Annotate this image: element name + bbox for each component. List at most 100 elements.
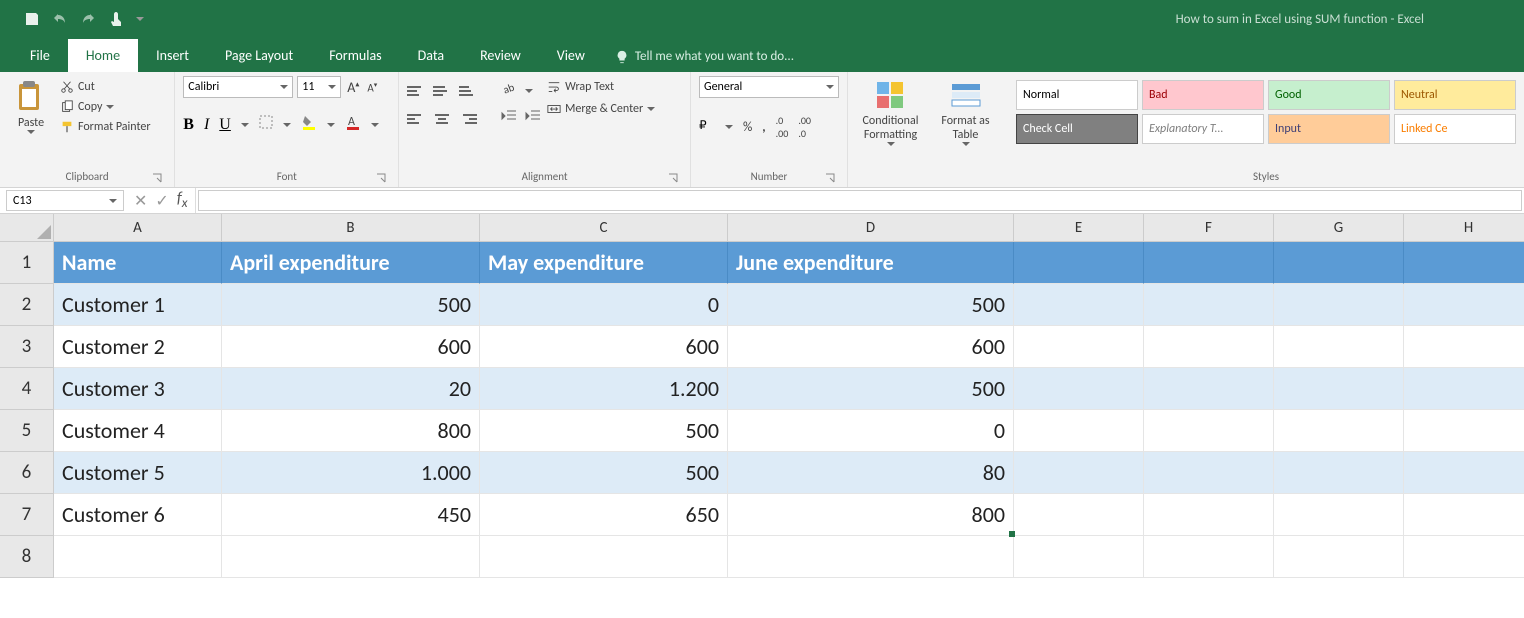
save-icon[interactable] (24, 11, 40, 27)
cell[interactable]: 500 (222, 284, 480, 326)
row-header[interactable]: 2 (0, 284, 54, 326)
cell[interactable] (1014, 242, 1144, 284)
cell[interactable] (1404, 242, 1524, 284)
cell[interactable] (1144, 452, 1274, 494)
cell[interactable] (1014, 284, 1144, 326)
decrease-font-icon[interactable]: A▾ (365, 80, 379, 95)
cell[interactable] (1144, 536, 1274, 578)
cell[interactable]: Customer 5 (54, 452, 222, 494)
paste-button[interactable]: Paste (8, 76, 54, 134)
dialog-launcher-icon[interactable] (825, 173, 835, 183)
cell[interactable]: April expenditure (222, 242, 480, 284)
cell[interactable]: 600 (728, 326, 1014, 368)
cell[interactable]: 1.000 (222, 452, 480, 494)
tell-me-search[interactable]: Tell me what you want to do... (603, 41, 806, 72)
format-painter-button[interactable]: Format Painter (60, 120, 151, 134)
cell[interactable]: 0 (480, 284, 728, 326)
column-header[interactable]: A (54, 214, 222, 242)
cell[interactable]: 0 (728, 410, 1014, 452)
borders-button[interactable] (259, 115, 273, 134)
tab-formulas[interactable]: Formulas (311, 39, 399, 72)
row-header[interactable]: 3 (0, 326, 54, 368)
style-input[interactable]: Input (1268, 114, 1390, 144)
comma-format-button[interactable]: , (762, 120, 765, 135)
cell[interactable]: 500 (480, 452, 728, 494)
number-format-combo[interactable]: General (699, 76, 839, 98)
cell[interactable]: June expenditure (728, 242, 1014, 284)
enter-formula-icon[interactable]: ✓ (155, 191, 168, 211)
qat-dropdown-icon[interactable] (136, 17, 144, 21)
cell[interactable] (1274, 326, 1404, 368)
style-normal[interactable]: Normal (1016, 80, 1138, 110)
cell[interactable] (1274, 242, 1404, 284)
orientation-button[interactable]: ab (501, 80, 517, 101)
style-linked-cell[interactable]: Linked Ce (1394, 114, 1516, 144)
align-top-icon[interactable] (407, 83, 425, 99)
column-header[interactable]: H (1404, 214, 1524, 242)
cell[interactable] (1014, 410, 1144, 452)
cell[interactable]: 800 (728, 494, 1014, 536)
style-neutral[interactable]: Neutral (1394, 80, 1516, 110)
tab-review[interactable]: Review (462, 39, 539, 72)
cell[interactable] (1274, 410, 1404, 452)
cell-styles-gallery[interactable]: Normal Bad Good Neutral Check Cell Expla… (1016, 76, 1516, 144)
cut-button[interactable]: Cut (60, 80, 151, 94)
cell[interactable] (1404, 368, 1524, 410)
undo-icon[interactable] (52, 11, 68, 27)
column-header[interactable]: C (480, 214, 728, 242)
cell[interactable] (480, 536, 728, 578)
name-box[interactable]: C13 (6, 190, 124, 211)
wrap-text-button[interactable]: Wrap Text (547, 80, 655, 94)
row-header[interactable]: 6 (0, 452, 54, 494)
tab-home[interactable]: Home (68, 39, 138, 72)
touch-mode-icon[interactable] (108, 11, 124, 27)
style-explanatory[interactable]: Explanatory T... (1142, 114, 1264, 144)
increase-font-icon[interactable]: A▴ (345, 79, 361, 96)
column-header[interactable]: B (222, 214, 480, 242)
cell[interactable] (54, 536, 222, 578)
cell[interactable] (1274, 368, 1404, 410)
cell[interactable]: Name (54, 242, 222, 284)
cell[interactable] (1404, 494, 1524, 536)
align-right-icon[interactable] (459, 111, 477, 127)
decrease-indent-icon[interactable] (501, 109, 517, 128)
row-header[interactable]: 5 (0, 410, 54, 452)
tab-page-layout[interactable]: Page Layout (207, 39, 311, 72)
cell[interactable] (1404, 326, 1524, 368)
row-header[interactable]: 4 (0, 368, 54, 410)
cell[interactable] (1014, 494, 1144, 536)
align-center-icon[interactable] (433, 111, 451, 127)
column-header[interactable]: D (728, 214, 1014, 242)
cell[interactable] (222, 536, 480, 578)
cell[interactable]: Customer 1 (54, 284, 222, 326)
row-header[interactable]: 1 (0, 242, 54, 284)
cell[interactable] (1404, 536, 1524, 578)
cell[interactable]: 650 (480, 494, 728, 536)
cell[interactable] (1144, 410, 1274, 452)
cell[interactable]: 800 (222, 410, 480, 452)
cell[interactable] (1144, 284, 1274, 326)
align-middle-icon[interactable] (433, 83, 451, 99)
bold-button[interactable]: B (183, 116, 194, 134)
conditional-formatting-button[interactable]: Conditional Formatting (856, 76, 925, 146)
underline-button[interactable]: U (219, 116, 231, 134)
row-header[interactable]: 8 (0, 536, 54, 578)
percent-format-button[interactable]: % (743, 120, 752, 135)
cell[interactable] (1404, 452, 1524, 494)
tab-view[interactable]: View (539, 39, 603, 72)
cell[interactable]: 1.200 (480, 368, 728, 410)
cell[interactable] (1404, 410, 1524, 452)
cell[interactable] (1014, 368, 1144, 410)
dialog-launcher-icon[interactable] (152, 173, 162, 183)
cell[interactable] (1144, 494, 1274, 536)
align-bottom-icon[interactable] (459, 83, 477, 99)
increase-decimal-button[interactable]: .0.00 (776, 114, 789, 140)
cell[interactable] (1014, 452, 1144, 494)
formula-input[interactable] (198, 190, 1522, 211)
merge-center-button[interactable]: Merge & Center (547, 102, 655, 116)
cell[interactable]: Customer 6 (54, 494, 222, 536)
cell[interactable] (1144, 368, 1274, 410)
cell[interactable] (1274, 536, 1404, 578)
cell[interactable]: 500 (728, 368, 1014, 410)
copy-button[interactable]: Copy (60, 100, 151, 114)
